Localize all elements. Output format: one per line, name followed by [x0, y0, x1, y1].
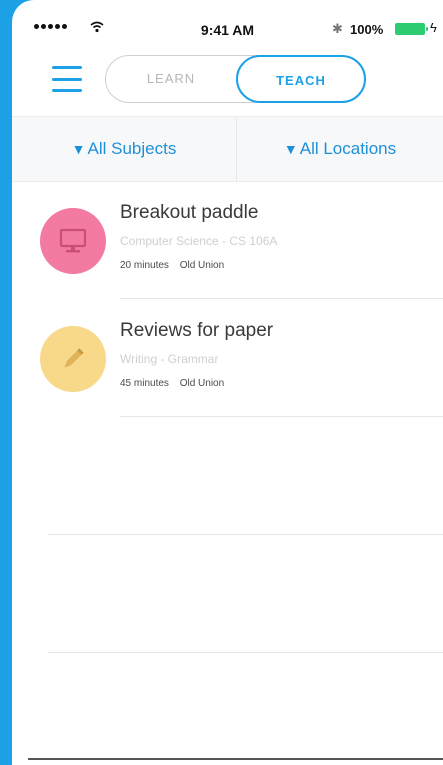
- pencil-icon: [64, 348, 84, 368]
- phone-screen: 9:41 AM ✱ 100% ϟ LEARN TEACH ▼ All Subjec…: [12, 0, 443, 765]
- item-meta: 20 minutes Old Union: [120, 260, 232, 271]
- monitor-icon: [59, 228, 87, 253]
- row-divider: [120, 416, 443, 417]
- bottom-edge: [28, 758, 443, 760]
- item-location: Old Union: [179, 260, 225, 271]
- battery-percentage: 100%: [350, 22, 384, 37]
- subject-avatar: [40, 208, 106, 274]
- locations-filter-button[interactable]: ▼ All Locations: [237, 117, 443, 181]
- item-duration: 20 minutes: [120, 260, 169, 271]
- dropdown-triangle-icon: ▼: [283, 141, 298, 157]
- battery-icon: [395, 23, 428, 35]
- dropdown-triangle-icon: ▼: [71, 141, 86, 157]
- tab-teach[interactable]: TEACH: [236, 55, 366, 103]
- item-duration: 45 minutes: [120, 378, 169, 389]
- row-divider: [120, 298, 443, 299]
- filter-bar: ▼ All Subjects ▼ All Locations: [12, 116, 443, 182]
- row-divider: [48, 534, 443, 535]
- charging-bolt-icon: ϟ: [430, 20, 437, 35]
- item-meta: 45 minutes Old Union: [120, 378, 232, 389]
- list-item[interactable]: Breakout paddle Computer Science - CS 10…: [12, 182, 443, 300]
- learn-teach-toggle: LEARN TEACH: [105, 55, 366, 103]
- status-bar: 9:41 AM ✱ 100% ϟ: [12, 0, 443, 60]
- item-location: Old Union: [179, 378, 225, 389]
- item-subject: Writing - Grammar: [120, 352, 219, 366]
- row-divider: [48, 652, 443, 653]
- locations-filter-label: All Locations: [299, 139, 397, 158]
- subjects-filter-button[interactable]: ▼ All Subjects: [12, 117, 236, 181]
- tab-learn[interactable]: LEARN: [106, 56, 236, 102]
- item-title: Reviews for paper: [120, 320, 274, 341]
- item-subject: Computer Science - CS 106A: [120, 234, 278, 248]
- bluetooth-icon: ✱: [332, 21, 343, 36]
- subject-avatar: [40, 326, 106, 392]
- hamburger-menu-icon[interactable]: [52, 66, 82, 92]
- list-item[interactable]: Reviews for paper Writing - Grammar 45 m…: [12, 300, 443, 418]
- item-title: Breakout paddle: [120, 202, 259, 223]
- subjects-filter-label: All Subjects: [87, 139, 177, 158]
